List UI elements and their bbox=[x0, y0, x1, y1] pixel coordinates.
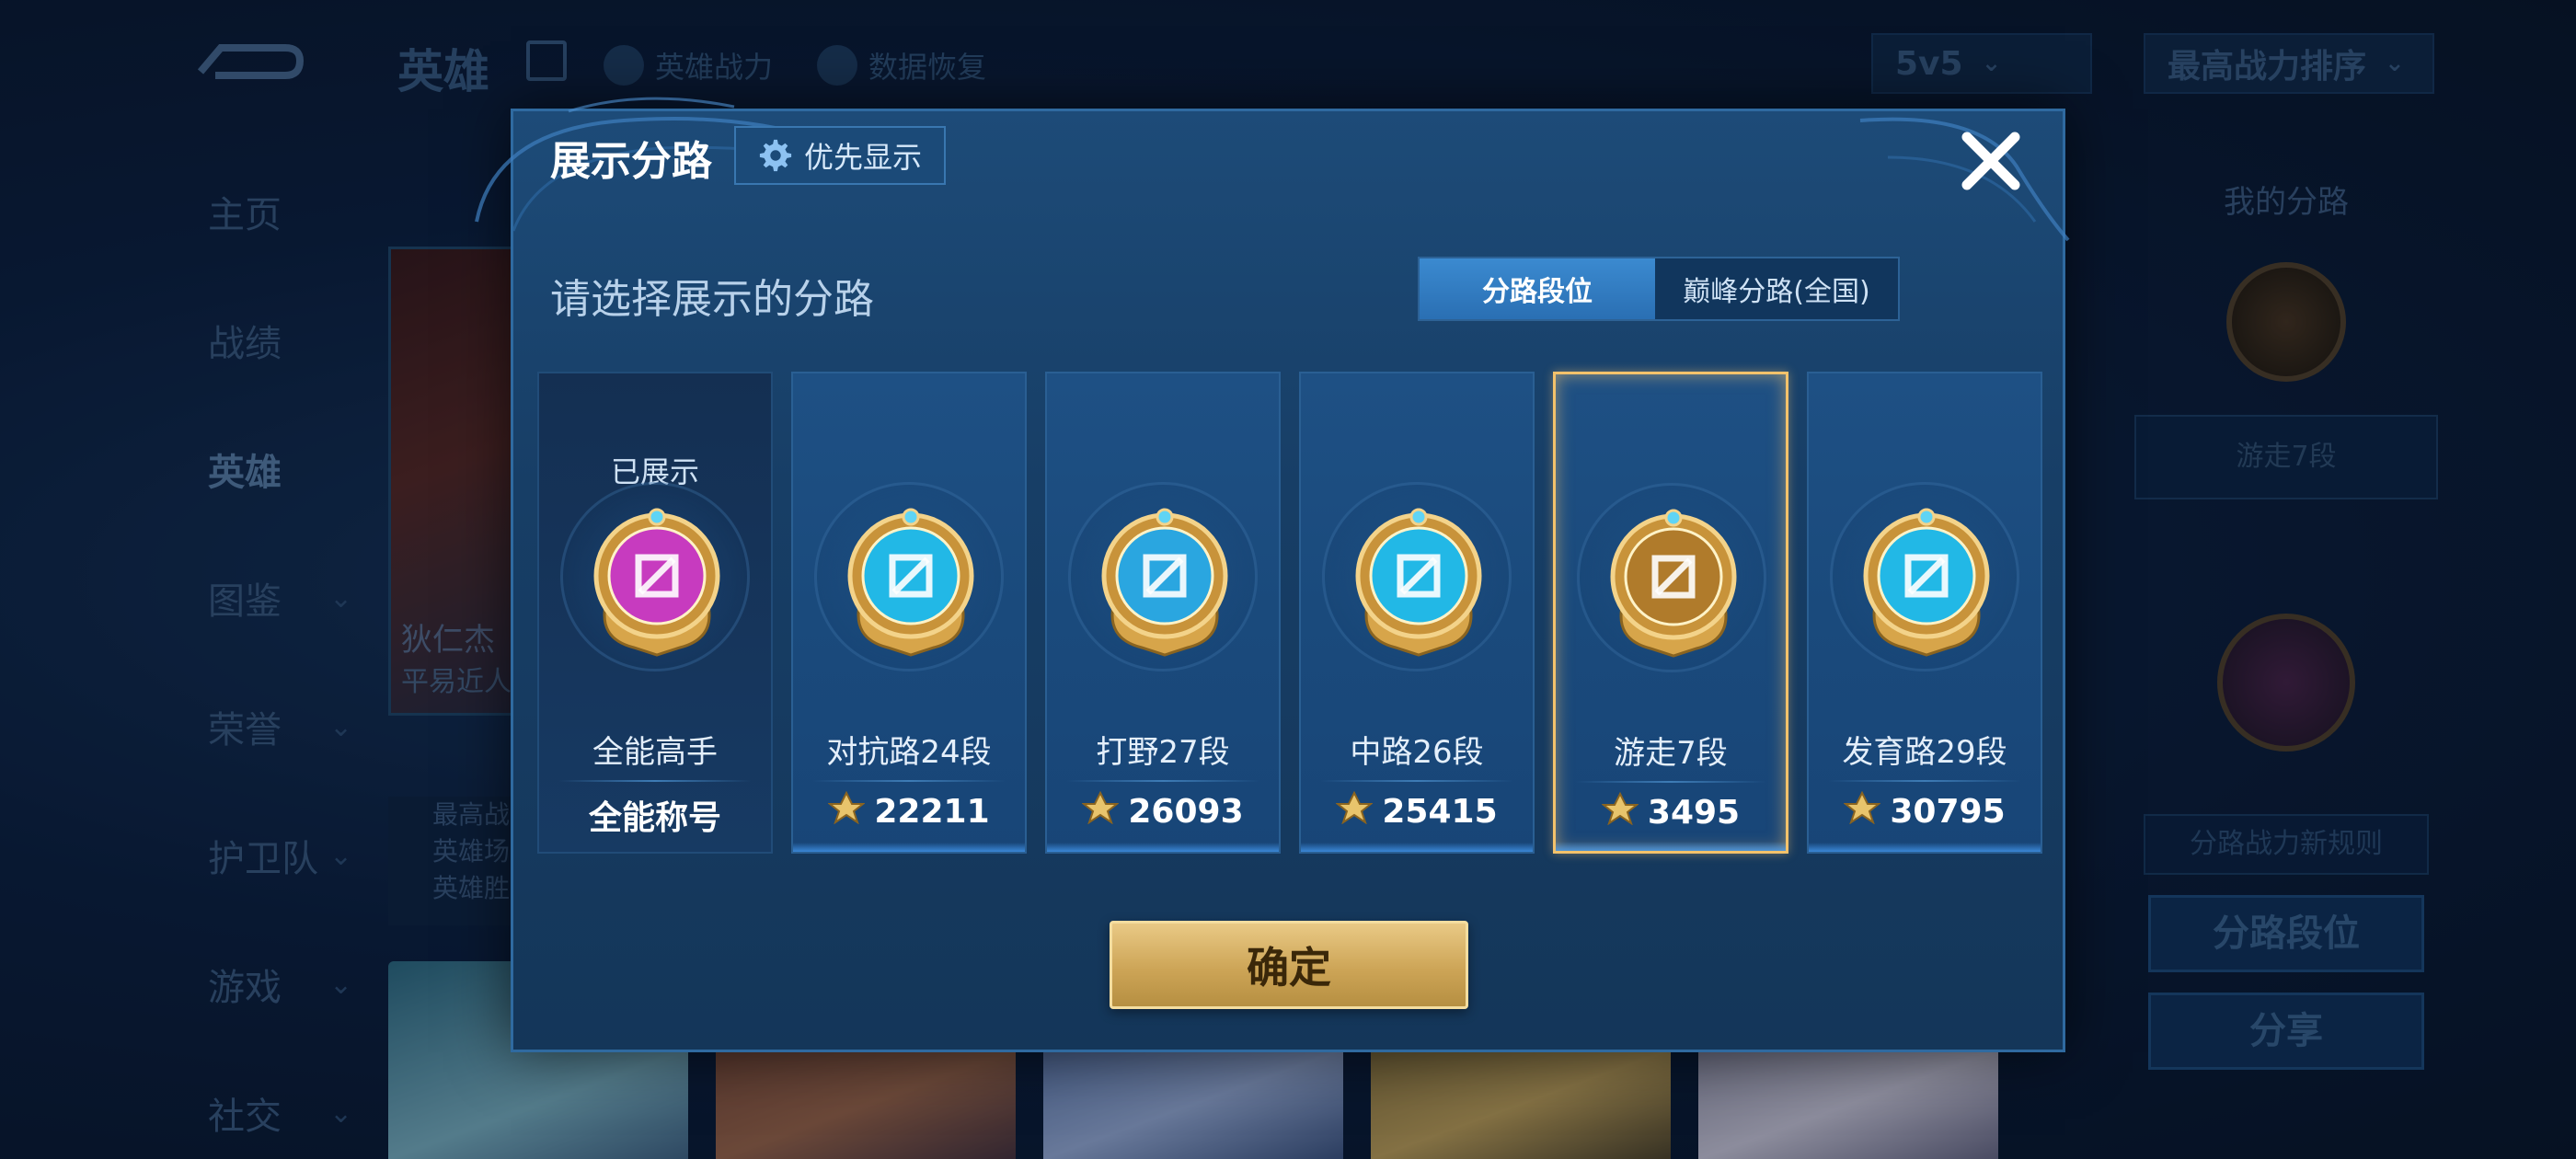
card-farm-lane[interactable]: 发育路29段 30795 bbox=[1807, 372, 2042, 854]
card-roam[interactable]: 游走7段 3495 bbox=[1553, 372, 1788, 854]
close-icon bbox=[1961, 132, 2020, 190]
lane-name: 对抗路24段 bbox=[826, 734, 992, 771]
card-glow bbox=[1809, 843, 2041, 852]
card-glow bbox=[1301, 843, 1533, 852]
power-icon bbox=[827, 790, 867, 832]
divider bbox=[559, 780, 751, 782]
jungle-medal-icon bbox=[1096, 500, 1234, 657]
divider bbox=[813, 780, 1005, 782]
card-glow bbox=[1556, 842, 1786, 851]
power-icon bbox=[1601, 791, 1639, 833]
score-value: 22211 bbox=[874, 793, 990, 831]
card-all-round[interactable]: 已展示 全能高手 全能称号 bbox=[537, 372, 773, 854]
lane-name: 发育路29段 bbox=[1842, 734, 2007, 771]
divider bbox=[1067, 780, 1259, 782]
lane-card-list: 已展示 全能高手 全能称号 对抗路24段 22211 打野27段 26093 中路26段 254… bbox=[537, 372, 2042, 854]
card-glow bbox=[793, 843, 1025, 852]
lane-score: 22211 bbox=[793, 790, 1025, 832]
score-value: 全能称号 bbox=[588, 799, 721, 837]
confirm-button[interactable]: 确定 bbox=[1110, 921, 1468, 1009]
lane-name: 游走7段 bbox=[1614, 735, 1728, 772]
score-value: 26093 bbox=[1128, 793, 1244, 831]
lane-score: 全能称号 bbox=[539, 791, 771, 839]
divider bbox=[1829, 780, 2020, 782]
lane-type-tabs: 分路段位 巅峰分路(全国) bbox=[1418, 257, 1900, 321]
divider bbox=[1576, 781, 1765, 783]
gear-icon bbox=[759, 139, 792, 172]
lane-score: 30795 bbox=[1809, 790, 2041, 832]
farm-lane-medal-icon bbox=[1857, 500, 1995, 657]
score-value: 3495 bbox=[1647, 794, 1741, 832]
power-icon bbox=[1081, 790, 1121, 832]
score-value: 30795 bbox=[1890, 793, 2006, 831]
all-round-medal-icon bbox=[588, 500, 726, 657]
card-clash-lane[interactable]: 对抗路24段 22211 bbox=[791, 372, 1027, 854]
close-button[interactable] bbox=[1954, 124, 2028, 198]
score-value: 25415 bbox=[1382, 793, 1498, 831]
lane-name: 中路26段 bbox=[1350, 734, 1484, 771]
roam-medal-icon bbox=[1604, 501, 1742, 658]
divider bbox=[1321, 780, 1512, 782]
select-lane-prompt: 请选择展示的分路 bbox=[550, 276, 874, 323]
card-jungle[interactable]: 打野27段 26093 bbox=[1045, 372, 1281, 854]
power-icon bbox=[1335, 790, 1374, 832]
lane-name: 全能高手 bbox=[592, 734, 718, 771]
power-icon bbox=[1843, 790, 1882, 832]
lane-score: 25415 bbox=[1301, 790, 1533, 832]
display-lane-dialog: 展示分路 优先显示 请选择展示的分路 分路段位 巅峰分路(全国) 已展示 全能高手… bbox=[475, 97, 2070, 1052]
mid-lane-medal-icon bbox=[1350, 500, 1488, 657]
lane-score: 26093 bbox=[1047, 790, 1279, 832]
tab-peak-lane[interactable]: 巅峰分路(全国) bbox=[1655, 258, 1898, 319]
clash-lane-medal-icon bbox=[842, 500, 980, 657]
priority-display-button[interactable]: 优先显示 bbox=[734, 126, 946, 185]
card-glow bbox=[1047, 843, 1279, 852]
card-mid-lane[interactable]: 中路26段 25415 bbox=[1299, 372, 1535, 854]
dialog-title: 展示分路 bbox=[550, 138, 712, 185]
lane-name: 打野27段 bbox=[1096, 734, 1230, 771]
tab-lane-rank[interactable]: 分路段位 bbox=[1420, 258, 1655, 319]
lane-score: 3495 bbox=[1556, 791, 1786, 833]
